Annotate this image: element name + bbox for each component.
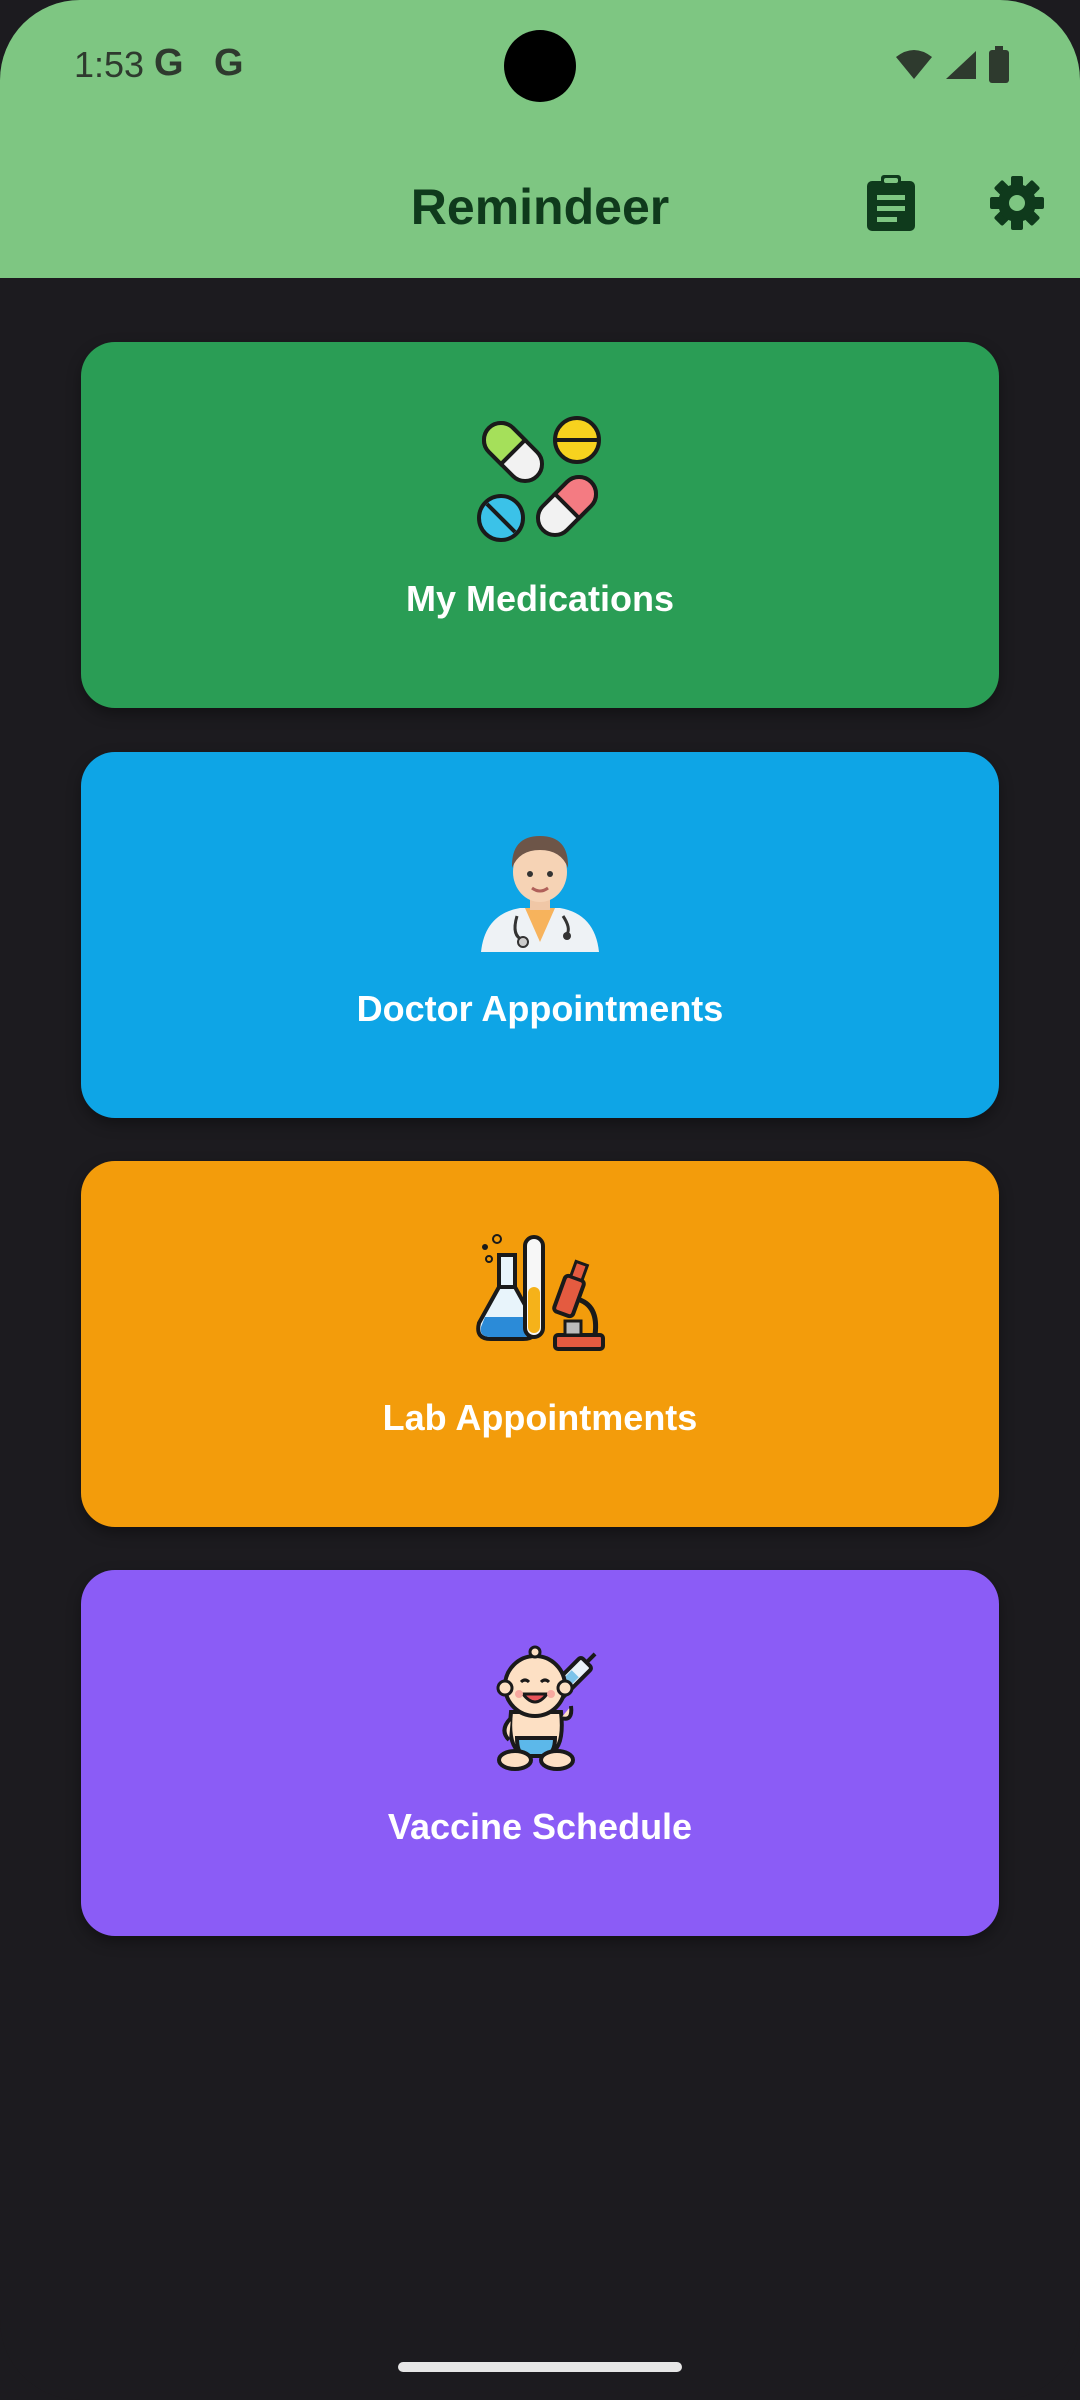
signal-icon xyxy=(944,49,978,86)
doctor-appointments-card[interactable]: Doctor Appointments xyxy=(81,752,999,1118)
clipboard-icon xyxy=(865,174,917,236)
card-label: Vaccine Schedule xyxy=(387,1806,693,1847)
google-notification-icon: G xyxy=(214,42,244,84)
app-toolbar: Remindeer xyxy=(0,140,1080,270)
vaccine-schedule-card[interactable]: Vaccine Schedule xyxy=(81,1570,999,1936)
app-screen: 1:53 G G Remindeer My Medications Doctor… xyxy=(0,0,1080,2400)
clipboard-button[interactable] xyxy=(856,170,926,240)
lab-icon xyxy=(475,1233,605,1363)
status-time: 1:53 xyxy=(74,44,145,85)
home-indicator[interactable] xyxy=(398,2362,682,2372)
card-label: Lab Appointments xyxy=(382,1397,698,1438)
lab-appointments-card[interactable]: Lab Appointments xyxy=(81,1161,999,1527)
card-label: My Medications xyxy=(405,578,675,619)
my-medications-card[interactable]: My Medications xyxy=(81,342,999,708)
google-notification-icon: G xyxy=(154,42,184,84)
battery-icon xyxy=(988,46,1010,89)
system-status-icons xyxy=(894,46,1010,89)
camera-cutout xyxy=(504,30,576,102)
baby-vaccine-icon xyxy=(475,1642,605,1772)
card-label: Doctor Appointments xyxy=(356,988,724,1029)
doctor-icon xyxy=(475,824,605,954)
status-bar: 1:53 G G xyxy=(0,0,1080,132)
wifi-icon xyxy=(894,49,934,86)
gear-icon xyxy=(989,175,1045,236)
pills-icon xyxy=(475,414,605,544)
header: 1:53 G G Remindeer xyxy=(0,0,1080,278)
settings-button[interactable] xyxy=(982,170,1052,240)
